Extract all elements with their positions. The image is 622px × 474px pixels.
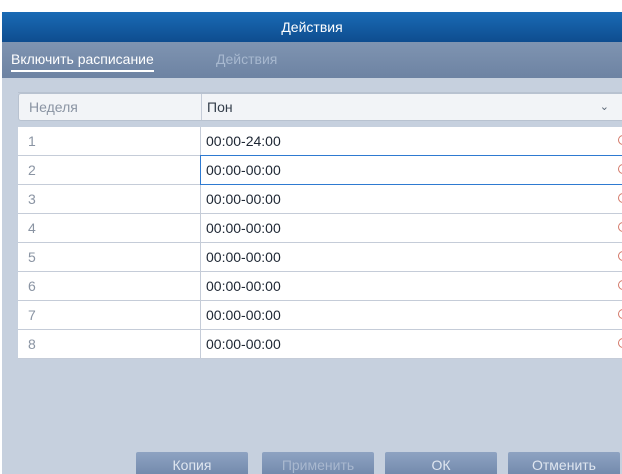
time-range-field[interactable]: 00:00-00:00 [200,155,622,185]
ok-button[interactable]: ОК [385,452,497,474]
week-label: Неделя [29,99,78,115]
tab-actions[interactable]: Действия [216,48,277,70]
time-range-field[interactable]: 00:00-00:00 [200,301,622,329]
time-range-value: 00:00-00:00 [206,191,281,207]
dialog-title: Действия [2,12,622,42]
clock-icon[interactable] [618,164,622,174]
time-range-field[interactable]: 00:00-00:00 [200,185,622,213]
schedule-table: Неделя Пон ⌄ 1 00:00-24:00 2 00:00-00:00… [18,92,622,359]
clock-icon[interactable] [618,280,622,290]
day-select[interactable]: Пон ⌄ [201,94,622,120]
row-index: 4 [28,220,36,236]
time-range-value: 00:00-00:00 [206,336,281,352]
cancel-button[interactable]: Отменить [508,452,620,474]
row-index: 5 [28,249,36,265]
schedule-row: 1 00:00-24:00 [18,127,622,156]
time-range-value: 00:00-00:00 [206,162,281,178]
schedule-row: 5 00:00-00:00 [18,243,622,272]
apply-button[interactable]: Применить [262,452,374,474]
time-range-field[interactable]: 00:00-00:00 [200,243,622,271]
schedule-row: 8 00:00-00:00 [18,330,622,359]
clock-icon[interactable] [618,338,622,348]
row-index: 7 [28,307,36,323]
time-range-value: 00:00-00:00 [206,249,281,265]
schedule-row: 2 00:00-00:00 [18,155,622,185]
time-range-value: 00:00-00:00 [206,278,281,294]
row-index: 3 [28,191,36,207]
day-select-value: Пон [207,99,233,115]
row-index: 6 [28,278,36,294]
button-bar: Копия Применить ОК Отменить [2,442,622,474]
time-range-value: 00:00-24:00 [206,133,281,149]
time-range-field[interactable]: 00:00-00:00 [200,214,622,242]
clock-icon[interactable] [618,251,622,261]
row-index: 2 [28,162,36,178]
time-range-field[interactable]: 00:00-00:00 [200,272,622,300]
schedule-row: 7 00:00-00:00 [18,301,622,330]
time-range-field[interactable]: 00:00-24:00 [200,127,622,155]
time-range-value: 00:00-00:00 [206,307,281,323]
row-index: 1 [28,133,36,149]
clock-icon[interactable] [618,309,622,319]
time-range-value: 00:00-00:00 [206,220,281,236]
chevron-down-icon[interactable]: ⌄ [600,94,609,120]
week-row: Неделя Пон ⌄ [18,93,622,121]
clock-icon[interactable] [618,135,622,145]
time-range-field[interactable]: 00:00-00:00 [200,330,622,358]
tab-enable-schedule[interactable]: Включить расписание [11,48,154,72]
tab-bar: Включить расписание Действия [2,42,622,78]
clock-icon[interactable] [618,193,622,203]
schedule-row: 4 00:00-00:00 [18,214,622,243]
clock-icon[interactable] [618,222,622,232]
copy-button[interactable]: Копия [136,452,248,474]
row-index: 8 [28,336,36,352]
actions-dialog: Действия Включить расписание Действия Не… [2,12,622,474]
schedule-row: 6 00:00-00:00 [18,272,622,301]
schedule-row: 3 00:00-00:00 [18,185,622,214]
